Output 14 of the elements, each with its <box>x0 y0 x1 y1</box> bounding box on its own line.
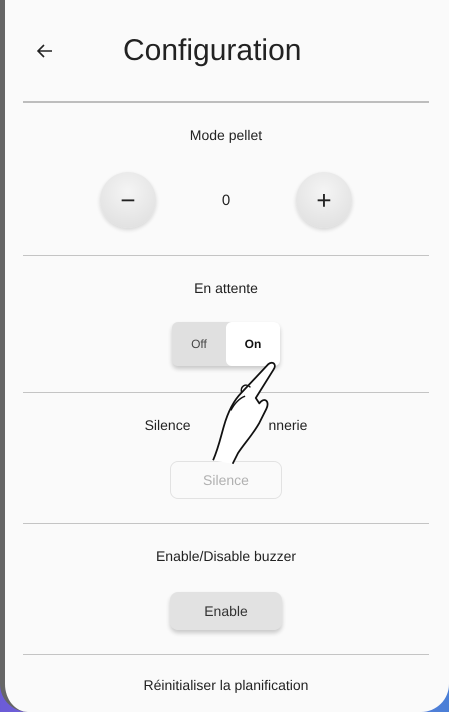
screen-title: Configuration <box>123 34 302 68</box>
section-title: Silence <box>144 417 190 433</box>
toggle-option[interactable]: On <box>226 322 280 366</box>
section-title: Enable/Disable buzzer <box>156 548 296 564</box>
increment-button[interactable]: + <box>296 172 352 228</box>
value-text: 0 <box>220 192 232 208</box>
section-title: Mode pellet <box>190 127 262 143</box>
action-button[interactable]: Enable <box>170 592 282 630</box>
back-arrow-icon[interactable] <box>37 44 53 58</box>
section-title: Réinitialiser la planification <box>144 677 308 693</box>
section-title: En attente <box>194 280 258 296</box>
decrement-button[interactable]: − <box>100 172 156 228</box>
toggle-option[interactable]: Off <box>172 322 226 366</box>
section-title: nnerie <box>268 417 308 433</box>
